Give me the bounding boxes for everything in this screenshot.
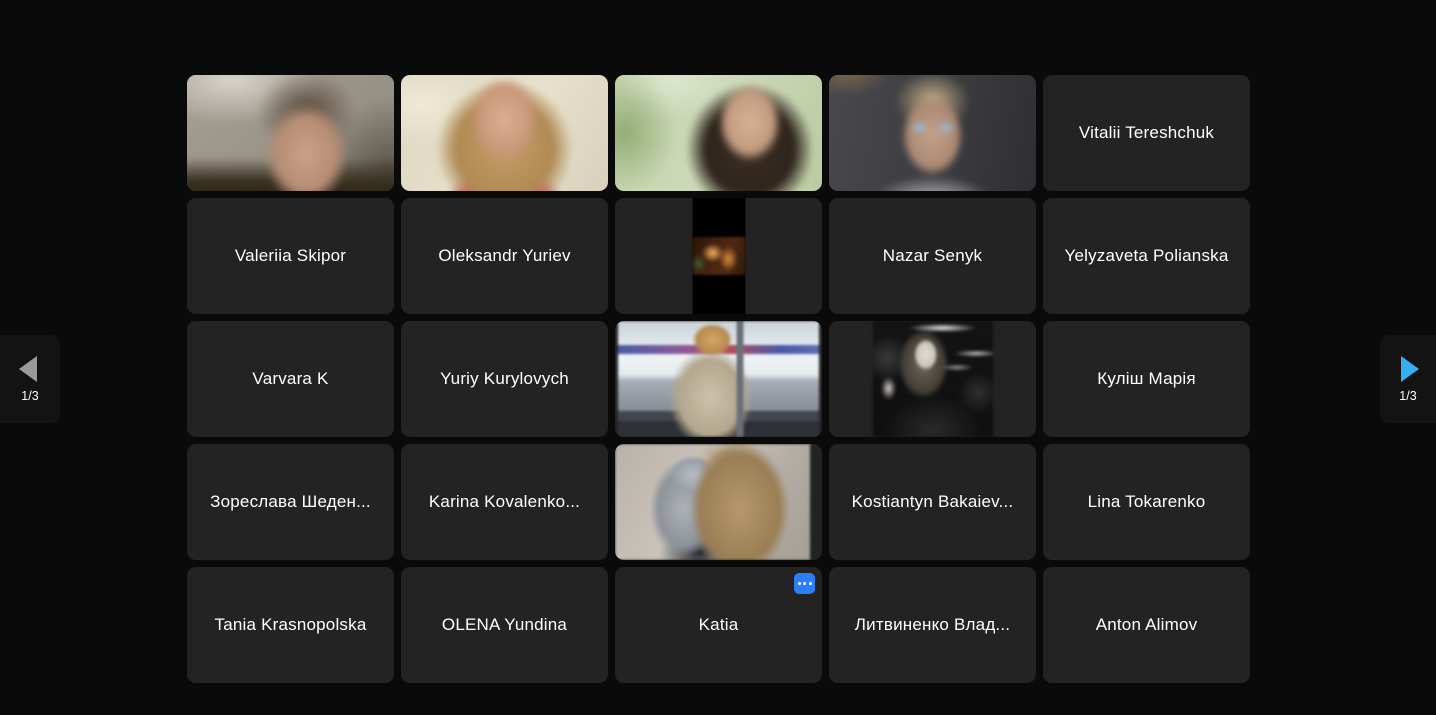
participant-name: Зореслава Шеден...: [187, 444, 394, 560]
participant-tile[interactable]: Vitalii Tereshchuk: [1043, 75, 1250, 191]
video-tile[interactable]: [829, 75, 1036, 191]
participant-name: Karina Kovalenko...: [401, 444, 608, 560]
participant-tile[interactable]: Anton Alimov: [1043, 567, 1250, 683]
participant-name: Valeriia Skipor: [187, 198, 394, 314]
participant-tile[interactable]: Nazar Senyk: [829, 198, 1036, 314]
next-arrow-icon: [1401, 356, 1419, 382]
participant-tile[interactable]: Tania Krasnopolska: [187, 567, 394, 683]
page-indicator: 1/3: [1399, 389, 1416, 403]
participant-name: Lina Tokarenko: [1043, 444, 1250, 560]
participant-tile[interactable]: Katia: [615, 567, 822, 683]
participant-tile[interactable]: Yuriy Kurylovych: [401, 321, 608, 437]
participant-name: Tania Krasnopolska: [187, 567, 394, 683]
participant-tile[interactable]: Oleksandr Yuriev: [401, 198, 608, 314]
page-indicator: 1/3: [21, 389, 38, 403]
prev-page-button[interactable]: 1/3: [0, 335, 60, 423]
photo-tile[interactable]: [829, 321, 1036, 437]
participants-grid: Vitalii Tereshchuk Valeriia Skipor Oleks…: [187, 75, 1250, 683]
ellipsis-icon: [798, 582, 812, 585]
participant-tile[interactable]: Зореслава Шеден...: [187, 444, 394, 560]
more-options-button[interactable]: [794, 573, 815, 594]
photo-tile[interactable]: [615, 321, 822, 437]
participant-tile[interactable]: Литвиненко Влад...: [829, 567, 1036, 683]
participant-name: Katia: [615, 567, 822, 683]
participant-video: [401, 75, 608, 191]
participant-name: Куліш Марія: [1043, 321, 1250, 437]
next-page-button[interactable]: 1/3: [1380, 335, 1436, 423]
participant-photo: [618, 321, 819, 437]
participant-video: [187, 75, 394, 191]
participant-name: OLENA Yundina: [401, 567, 608, 683]
photo-tile[interactable]: [615, 198, 822, 314]
participant-name: Yuriy Kurylovych: [401, 321, 608, 437]
participant-photo: [873, 321, 993, 437]
video-tile[interactable]: [615, 75, 822, 191]
participant-video: [829, 75, 1036, 191]
participant-tile[interactable]: Karina Kovalenko...: [401, 444, 608, 560]
participant-photo: [615, 444, 810, 560]
participant-tile[interactable]: Куліш Марія: [1043, 321, 1250, 437]
participant-tile[interactable]: OLENA Yundina: [401, 567, 608, 683]
participant-tile[interactable]: Valeriia Skipor: [187, 198, 394, 314]
participant-name: Anton Alimov: [1043, 567, 1250, 683]
photo-tile[interactable]: [615, 444, 822, 560]
participant-tile[interactable]: Lina Tokarenko: [1043, 444, 1250, 560]
video-tile-active-speaker[interactable]: [187, 75, 394, 191]
participant-tile[interactable]: Kostiantyn Bakaiev...: [829, 444, 1036, 560]
participant-name: Yelyzaveta Polianska: [1043, 198, 1250, 314]
participant-name: Kostiantyn Bakaiev...: [829, 444, 1036, 560]
participant-name: Литвиненко Влад...: [829, 567, 1036, 683]
participant-name: Oleksandr Yuriev: [401, 198, 608, 314]
participant-name: Nazar Senyk: [829, 198, 1036, 314]
prev-arrow-icon: [19, 356, 37, 382]
participant-photo: [692, 237, 745, 275]
participant-tile[interactable]: Varvara K: [187, 321, 394, 437]
participant-name: Vitalii Tereshchuk: [1043, 75, 1250, 191]
participant-video: [615, 75, 822, 191]
participant-name: Varvara K: [187, 321, 394, 437]
participant-tile[interactable]: Yelyzaveta Polianska: [1043, 198, 1250, 314]
video-tile[interactable]: [401, 75, 608, 191]
